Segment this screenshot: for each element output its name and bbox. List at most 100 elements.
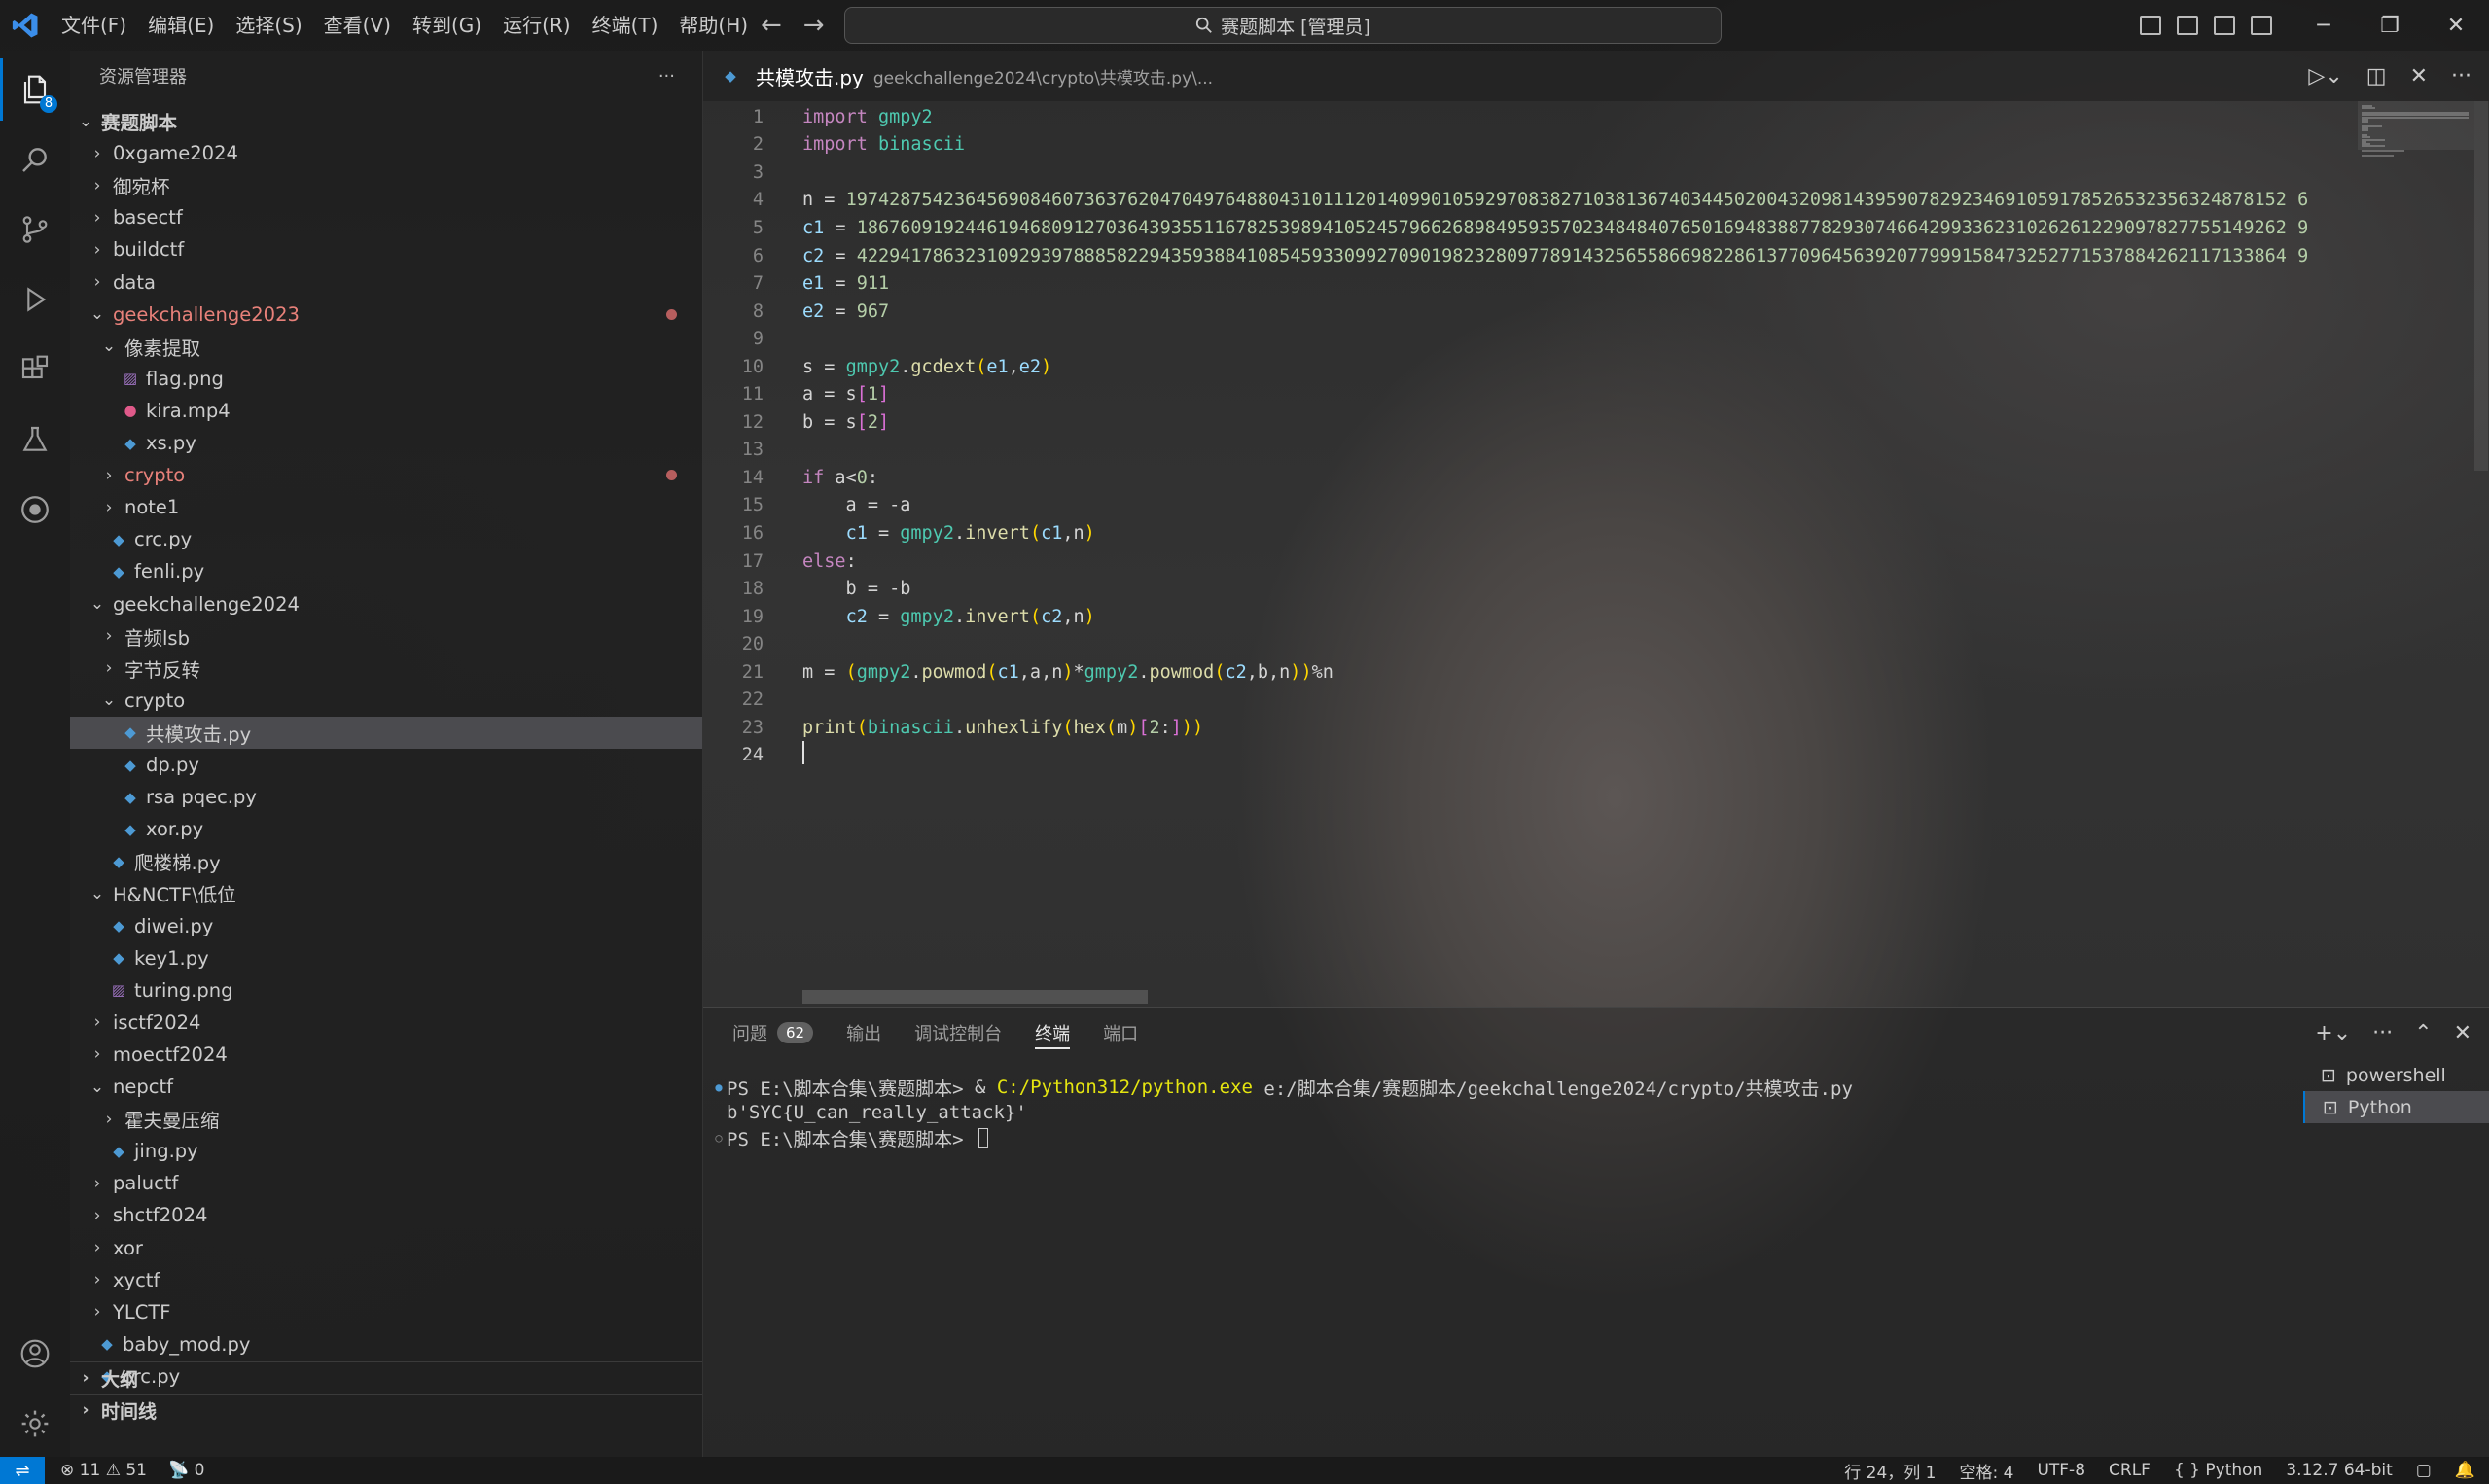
- search-view-icon[interactable]: [0, 128, 70, 191]
- minimize-button[interactable]: ─: [2291, 0, 2357, 51]
- tree-item[interactable]: ⌄ geekchallenge2023: [70, 299, 702, 331]
- tree-item[interactable]: › 御宛杯: [70, 169, 702, 201]
- settings-gear-icon[interactable]: [0, 1393, 70, 1455]
- tree-item[interactable]: › YLCTF: [70, 1296, 702, 1328]
- horizontal-scrollbar[interactable]: [802, 990, 1148, 1004]
- panel-tab[interactable]: 调试控制台: [914, 1008, 1002, 1057]
- tree-item[interactable]: › basectf: [70, 201, 702, 233]
- panel-tab[interactable]: 问题 62: [732, 1008, 814, 1057]
- cursor-position[interactable]: 行 24，列 1: [1844, 1459, 1936, 1483]
- tab-active-file[interactable]: ◆ 共模攻击.py geekchallenge2024\crypto\共模攻击.…: [703, 51, 1232, 101]
- encoding[interactable]: UTF-8: [2037, 1461, 2085, 1480]
- tree-item[interactable]: › 音频lsb: [70, 620, 702, 653]
- editor-more-icon[interactable]: ···: [2451, 64, 2471, 88]
- testing-flask-icon[interactable]: [0, 408, 70, 471]
- menu-item[interactable]: 转到(G): [402, 0, 492, 51]
- menu-item[interactable]: 文件(F): [51, 0, 137, 51]
- tree-item[interactable]: ⌄ 赛题脚本: [70, 105, 702, 137]
- menu-item[interactable]: 查看(V): [313, 0, 402, 51]
- tree-item[interactable]: › xor: [70, 1232, 702, 1264]
- tree-item[interactable]: ◆ jing.py: [70, 1135, 702, 1167]
- ports-status[interactable]: 📡 0: [168, 1461, 204, 1480]
- forward-arrow-icon[interactable]: →: [803, 11, 825, 40]
- tree-item[interactable]: › paluctf: [70, 1167, 702, 1199]
- tree-item[interactable]: ⌄ nepctf: [70, 1071, 702, 1103]
- new-terminal-icon[interactable]: +⌄: [2315, 1021, 2351, 1045]
- python-interpreter[interactable]: 3.12.7 64-bit: [2286, 1461, 2392, 1480]
- tree-item[interactable]: ◆ fenli.py: [70, 555, 702, 587]
- menu-item[interactable]: 编辑(E): [137, 0, 225, 51]
- indentation[interactable]: 空格: 4: [1960, 1459, 2014, 1483]
- tree-item[interactable]: › buildctf: [70, 233, 702, 265]
- remote-explorer-icon[interactable]: [0, 478, 70, 541]
- tree-item[interactable]: › moectf2024: [70, 1039, 702, 1071]
- feedback-icon[interactable]: ▢: [2416, 1461, 2432, 1480]
- tree-item[interactable]: ⌄ geekchallenge2024: [70, 588, 702, 620]
- close-editor-icon[interactable]: ✕: [2410, 64, 2428, 88]
- extensions-icon[interactable]: [0, 338, 70, 401]
- panel-tab[interactable]: 端口: [1103, 1008, 1138, 1057]
- explorer-icon[interactable]: 8: [0, 58, 70, 121]
- tree-item[interactable]: ◆ key1.py: [70, 942, 702, 974]
- tree-item[interactable]: ⌄ 像素提取: [70, 331, 702, 363]
- toggle-secondary-sidebar-icon[interactable]: [2214, 16, 2235, 35]
- language-mode[interactable]: { } Python: [2174, 1461, 2262, 1480]
- tree-item[interactable]: ◆ diwei.py: [70, 910, 702, 942]
- menu-item[interactable]: 帮助(H): [668, 0, 759, 51]
- toggle-primary-sidebar-icon[interactable]: [2140, 16, 2161, 35]
- tree-item[interactable]: ⌄ H&NCTF\低位: [70, 877, 702, 909]
- line-ending[interactable]: CRLF: [2109, 1461, 2151, 1480]
- maximize-panel-icon[interactable]: ⌃: [2414, 1021, 2432, 1045]
- terminal-output[interactable]: ● PS E:\脚本合集\赛题脚本> & C:/Python312/python…: [711, 1075, 2267, 1150]
- section-timeline[interactable]: › 时间线: [70, 1394, 702, 1426]
- tree-item[interactable]: ◆ baby_mod.py: [70, 1328, 702, 1360]
- menu-item[interactable]: 选择(S): [225, 0, 312, 51]
- code-editor[interactable]: 1 import gmpy2 2 import binascii 3 4 n = 19742…: [703, 101, 2357, 1006]
- panel-tab[interactable]: 输出: [846, 1008, 881, 1057]
- account-icon[interactable]: [0, 1323, 70, 1385]
- panel-tab[interactable]: 终端: [1035, 1008, 1071, 1057]
- tree-item[interactable]: ▨ flag.png: [70, 363, 702, 395]
- close-panel-icon[interactable]: ✕: [2454, 1021, 2471, 1045]
- menu-item[interactable]: 终端(T): [582, 0, 669, 51]
- tree-item[interactable]: ◆ 共模攻击.py: [70, 716, 702, 749]
- toggle-panel-icon[interactable]: [2177, 16, 2198, 35]
- tree-item[interactable]: › xyctf: [70, 1264, 702, 1296]
- customize-layout-icon[interactable]: [2251, 16, 2272, 35]
- tree-item[interactable]: ◆ rsa pqec.py: [70, 781, 702, 813]
- run-file-icon[interactable]: ▷⌄: [2308, 64, 2342, 88]
- tree-item[interactable]: ◆ xor.py: [70, 813, 702, 845]
- tree-item[interactable]: ◆ xs.py: [70, 427, 702, 459]
- back-arrow-icon[interactable]: ←: [761, 11, 782, 40]
- maximize-button[interactable]: ❐: [2357, 0, 2423, 51]
- tree-item[interactable]: › 霍夫曼压缩: [70, 1103, 702, 1135]
- terminal-list-item[interactable]: ⊡ Python: [2303, 1091, 2489, 1123]
- tree-item[interactable]: › 0xgame2024: [70, 137, 702, 169]
- run-debug-icon[interactable]: [0, 268, 70, 331]
- remote-indicator-icon[interactable]: ⇌: [0, 1457, 45, 1484]
- tree-item[interactable]: ⌄ crypto: [70, 685, 702, 717]
- tree-item[interactable]: ● kira.mp4: [70, 395, 702, 427]
- tree-item[interactable]: ◆ dp.py: [70, 749, 702, 781]
- problems-status[interactable]: ⊗ 11 ⚠ 51: [60, 1461, 147, 1480]
- command-center-search[interactable]: 赛题脚本 [管理员]: [844, 7, 1722, 44]
- tree-item[interactable]: ▨ turing.png: [70, 974, 702, 1007]
- notifications-bell-icon[interactable]: 🔔: [2455, 1461, 2475, 1480]
- vertical-scrollbar[interactable]: [2474, 101, 2488, 471]
- tree-item[interactable]: › note1: [70, 491, 702, 523]
- section-outline[interactable]: › 大纲: [70, 1361, 702, 1394]
- panel-more-icon[interactable]: ···: [2372, 1021, 2393, 1045]
- tree-item[interactable]: › isctf2024: [70, 1007, 702, 1039]
- close-button[interactable]: ✕: [2423, 0, 2489, 51]
- menu-item[interactable]: 运行(R): [492, 0, 582, 51]
- tree-item[interactable]: › crypto: [70, 459, 702, 491]
- split-editor-icon[interactable]: ◫: [2366, 64, 2387, 88]
- tree-item[interactable]: › 字节反转: [70, 653, 702, 685]
- tree-item[interactable]: ◆ 爬楼梯.py: [70, 845, 702, 877]
- terminal-list-item[interactable]: ⊡ powershell: [2303, 1059, 2489, 1091]
- more-actions-icon[interactable]: ···: [658, 66, 675, 87]
- minimap[interactable]: [2358, 101, 2474, 1015]
- source-control-icon[interactable]: [0, 198, 70, 261]
- tree-item[interactable]: ◆ crc.py: [70, 523, 702, 555]
- tree-item[interactable]: › shctf2024: [70, 1199, 702, 1231]
